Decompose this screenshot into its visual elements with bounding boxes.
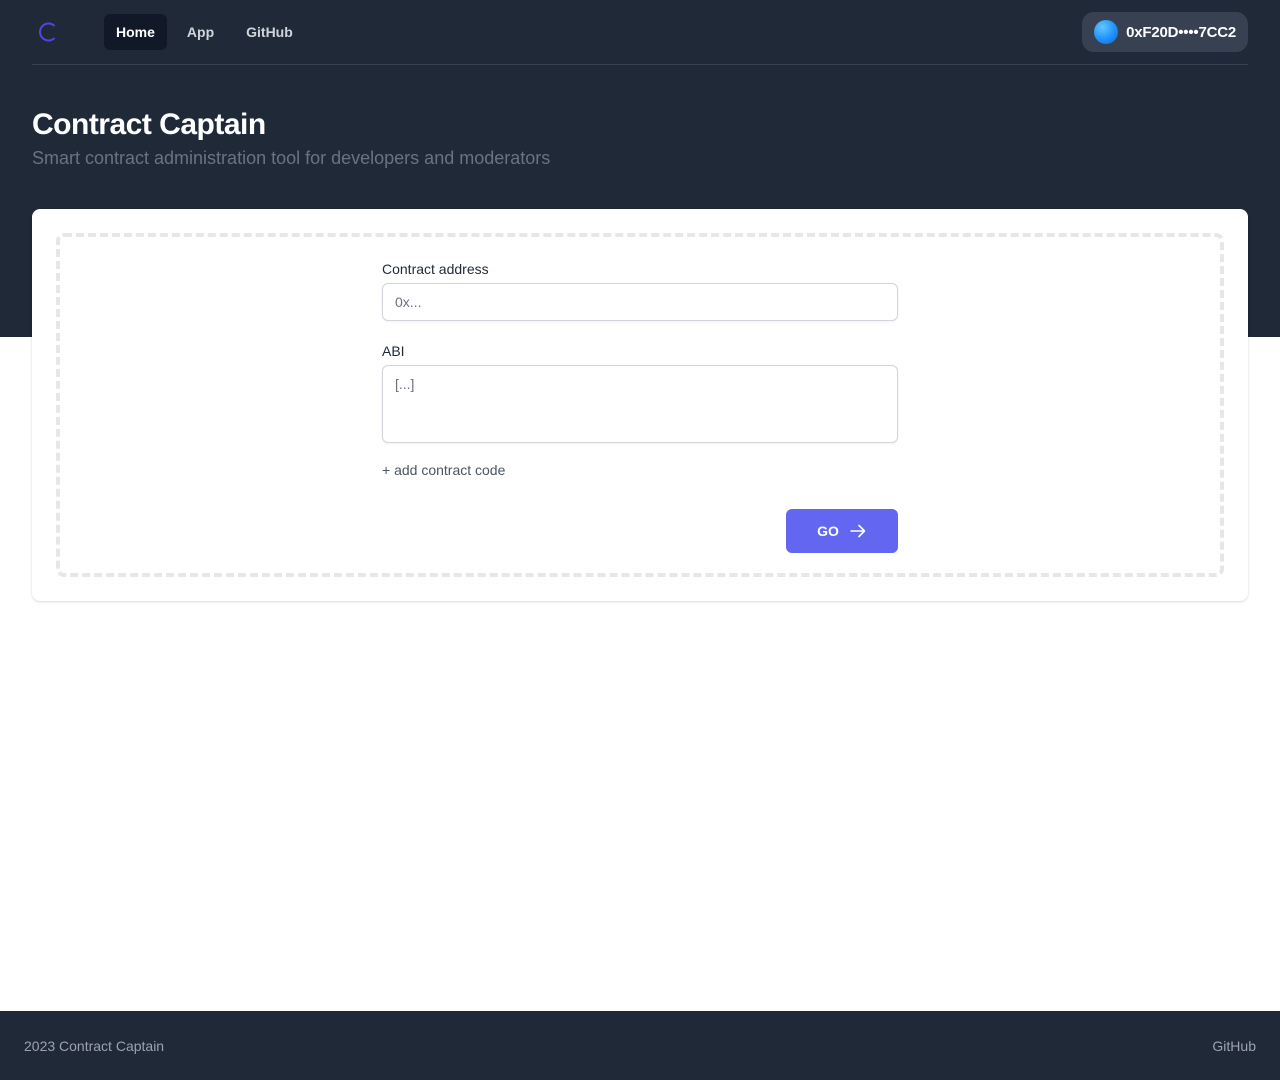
footer: 2023 Contract Captain GitHub bbox=[0, 1011, 1280, 1080]
wallet-button[interactable]: 0xF20D••••7CC2 bbox=[1082, 12, 1248, 52]
abi-field: ABI bbox=[382, 341, 898, 448]
contract-address-input[interactable] bbox=[382, 283, 898, 321]
navbar: Home App GitHub 0xF20D••••7CC2 bbox=[32, 0, 1248, 65]
contract-address-label: Contract address bbox=[382, 261, 489, 277]
wallet-address: 0xF20D••••7CC2 bbox=[1126, 23, 1236, 41]
contract-form: Contract address ABI + add contract code bbox=[382, 259, 898, 480]
nav-link-github[interactable]: GitHub bbox=[234, 14, 305, 50]
add-contract-code-link[interactable]: + add contract code bbox=[382, 462, 505, 478]
page-header: Contract Captain Smart contract administ… bbox=[32, 106, 550, 170]
footer-github-link[interactable]: GitHub bbox=[1212, 1038, 1256, 1054]
arrow-right-icon bbox=[850, 524, 866, 538]
contract-card: Contract address ABI + add contract code… bbox=[32, 209, 1248, 601]
wallet-avatar-icon bbox=[1094, 20, 1119, 44]
footer-copyright: 2023 Contract Captain bbox=[24, 1037, 165, 1054]
dropzone[interactable]: Contract address ABI + add contract code… bbox=[56, 233, 1224, 577]
nav-links: Home App GitHub bbox=[104, 14, 305, 50]
nav-link-app[interactable]: App bbox=[175, 14, 226, 50]
page-title: Contract Captain bbox=[32, 108, 266, 141]
go-button[interactable]: GO bbox=[786, 509, 898, 553]
page-subtitle: Smart contract administration tool for d… bbox=[32, 148, 551, 168]
abi-label: ABI bbox=[382, 343, 405, 359]
c-logo-icon[interactable] bbox=[28, 12, 68, 52]
abi-textarea[interactable] bbox=[382, 365, 898, 443]
nav-link-home[interactable]: Home bbox=[104, 14, 167, 50]
go-button-label: GO bbox=[817, 523, 839, 539]
